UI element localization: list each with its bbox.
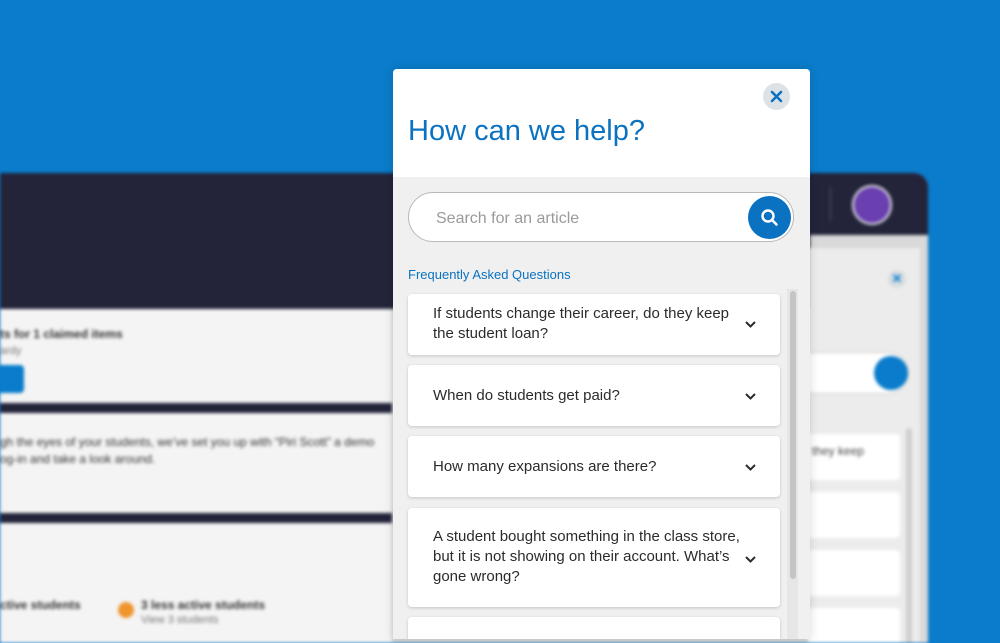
intro-line: og-in and take a look around. [0,452,156,466]
claimed-button [0,365,24,393]
list-item [808,608,900,643]
less-active-link: View 3 students [141,614,219,626]
close-icon [770,90,783,103]
search-button[interactable] [748,196,791,239]
page-title: How can we help? [408,115,645,147]
search-icon [874,356,908,390]
faq-question: A student bought something in the class … [433,528,740,585]
list-item-text: they keep [812,444,865,458]
chevron-down-icon [745,321,756,328]
faq-question: If students change their career, do they… [433,305,730,342]
scrollbar [906,428,912,643]
close-icon: ✕ [888,270,906,288]
modal-header: How can we help? [393,69,810,177]
background-help-panel: ✕ they keep [808,248,920,643]
less-active-label: 3 less active students [141,598,266,612]
help-modal: How can we help? Frequently Asked Questi… [393,69,810,639]
status-dot [118,602,134,618]
close-button[interactable] [763,83,790,110]
chevron-down-icon [745,556,756,563]
faq-item[interactable] [408,617,780,639]
topbar-divider [830,187,831,221]
divider [0,403,392,413]
faq-question: When do students get paid? [433,387,620,404]
search-input[interactable] [434,206,738,232]
divider [0,513,392,523]
search-bar [408,192,794,242]
claimed-sub: ardy [0,345,22,357]
chevron-down-icon [745,393,756,400]
avatar [852,185,892,225]
active-students-label: ctive students [0,598,81,612]
faq-item[interactable]: When do students get paid? [408,365,780,426]
intro-line: gh the eyes of your students, we’ve set … [0,435,375,449]
list-item [808,550,900,596]
faq-item[interactable]: If students change their career, do they… [408,294,780,355]
faq-item[interactable]: A student bought something in the class … [408,508,780,607]
faq-heading: Frequently Asked Questions [408,267,571,282]
claimed-text: ts for 1 claimed items [0,327,123,341]
list-item: they keep [808,434,900,480]
chevron-down-icon [745,464,756,471]
scrollbar-thumb[interactable] [790,291,796,579]
faq-question: How many expansions are there? [433,458,657,475]
faq-item[interactable]: How many expansions are there? [408,436,780,497]
list-item [808,492,900,538]
claimed-card [0,309,392,403]
search-icon [761,209,778,226]
